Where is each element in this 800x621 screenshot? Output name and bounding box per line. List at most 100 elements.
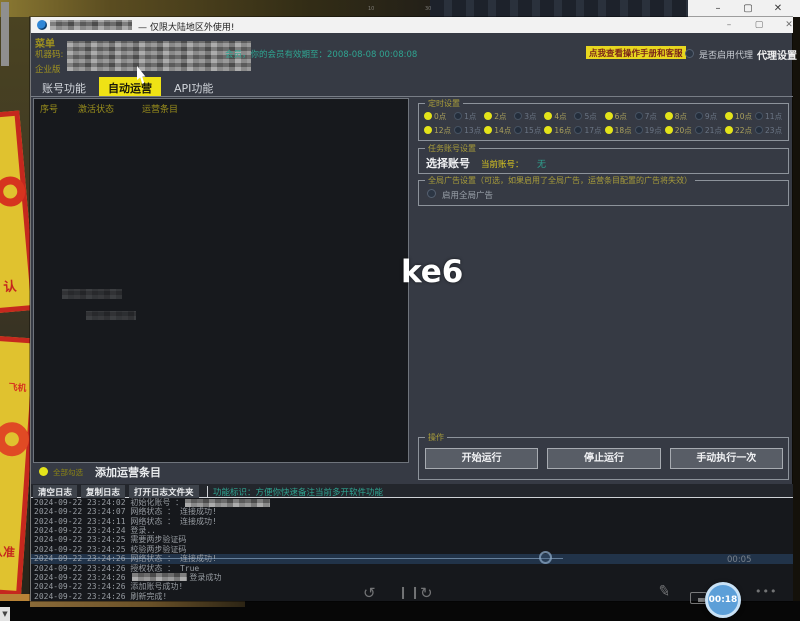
outer-minimize-button[interactable]: – <box>706 1 730 16</box>
scrollbar-down-arrow[interactable]: ▼ <box>0 607 10 621</box>
action-button[interactable]: 停止运行 <box>547 448 660 469</box>
app-title-suffix: — 仅限大陆地区外使用! <box>138 20 234 33</box>
forward-30-icon[interactable]: ↻ <box>420 584 433 602</box>
add-operation-item-button[interactable]: 添加运营条目 <box>95 464 161 480</box>
redacted-smudge <box>86 311 136 320</box>
checkbox-unchecked-icon[interactable] <box>635 126 643 134</box>
recording-timer-badge[interactable]: 00:18 <box>705 582 741 618</box>
app-minimize-button[interactable]: – <box>717 18 741 32</box>
log-message: 初始化账号 ： <box>130 498 183 507</box>
log-row: 2024-09-22 23:24:02 初始化账号 ： <box>31 498 793 507</box>
help-manual-link[interactable]: 点我查看操作手册和客服 <box>586 46 686 59</box>
action-button[interactable]: 手动执行一次 <box>670 448 783 469</box>
pause-icon[interactable]: ❙❙ <box>398 585 422 599</box>
checkbox-checked-icon[interactable] <box>484 126 492 134</box>
hour-checkbox-20点[interactable]: 20点 <box>665 124 695 136</box>
checkbox-unchecked-icon[interactable] <box>755 112 763 120</box>
checkbox-checked-icon[interactable] <box>424 126 432 134</box>
checkbox-unchecked-icon[interactable] <box>514 112 522 120</box>
hour-checkbox-17点[interactable]: 17点 <box>574 124 604 136</box>
hour-label: 23点 <box>765 125 782 136</box>
log-toolbar-button[interactable]: 打开日志文件夹 <box>129 485 199 499</box>
global-ad-group: 全局广告设置（可选，如果启用了全局广告，运营条目配置的广告将失效） 启用全局广告 <box>418 180 789 206</box>
global-ad-label: 启用全局广告 <box>442 189 493 201</box>
outer-maximize-button[interactable]: ▢ <box>736 1 760 16</box>
checkbox-unchecked-icon[interactable] <box>695 126 703 134</box>
proxy-enable-checkbox[interactable] <box>685 49 694 58</box>
more-options-icon[interactable]: ••• <box>755 585 777 598</box>
redacted-machine-code <box>67 41 251 71</box>
hour-checkbox-21点[interactable]: 21点 <box>695 124 725 136</box>
hour-checkbox-13点[interactable]: 13点 <box>454 124 484 136</box>
hour-checkbox-5点[interactable]: 5点 <box>574 110 604 122</box>
checkbox-checked-icon[interactable] <box>605 126 613 134</box>
hour-checkbox-2点[interactable]: 2点 <box>484 110 514 122</box>
select-all-checkbox[interactable] <box>39 467 48 476</box>
checkbox-unchecked-icon[interactable] <box>695 112 703 120</box>
outer-close-button[interactable]: ✕ <box>766 1 790 16</box>
hour-checkbox-15点[interactable]: 15点 <box>514 124 544 136</box>
log-row: 2024-09-22 23:24:26 登录成功 <box>31 573 793 582</box>
checkbox-unchecked-icon[interactable] <box>454 112 462 120</box>
hour-checkbox-1点[interactable]: 1点 <box>454 110 484 122</box>
column-header: 序号 <box>40 102 58 115</box>
tab-账号功能[interactable]: 账号功能 <box>33 77 95 96</box>
edition-label: 企业版 <box>35 63 61 75</box>
tab-自动运营[interactable]: 自动运营 <box>99 77 161 96</box>
log-timestamp: 2024-09-22 23:24:25 <box>34 535 130 544</box>
tab-API功能[interactable]: API功能 <box>165 77 222 96</box>
hour-checkbox-16点[interactable]: 16点 <box>544 124 574 136</box>
hour-checkbox-0点[interactable]: 0点 <box>424 110 454 122</box>
hour-checkbox-18点[interactable]: 18点 <box>605 124 635 136</box>
checkbox-checked-icon[interactable] <box>484 112 492 120</box>
hour-checkbox-7点[interactable]: 7点 <box>635 110 665 122</box>
checkbox-checked-icon[interactable] <box>605 112 613 120</box>
hour-checkbox-11点[interactable]: 11点 <box>755 110 785 122</box>
checkbox-unchecked-icon[interactable] <box>514 126 522 134</box>
video-watermark: ke6 <box>401 254 463 290</box>
global-ad-checkbox[interactable] <box>427 189 436 198</box>
table-footer: 全部勾选 添加运营条目 <box>33 464 409 481</box>
hour-checkbox-3点[interactable]: 3点 <box>514 110 544 122</box>
video-timeline-bar[interactable] <box>30 601 245 607</box>
current-account-label: 当前账号： <box>481 158 524 170</box>
hour-label: 8点 <box>675 111 687 122</box>
app-close-button[interactable]: ✕ <box>777 18 800 32</box>
hour-checkbox-6点[interactable]: 6点 <box>605 110 635 122</box>
video-seek-knob[interactable] <box>539 551 552 564</box>
checkbox-checked-icon[interactable] <box>544 126 552 134</box>
checkbox-unchecked-icon[interactable] <box>574 126 582 134</box>
hour-checkbox-23点[interactable]: 23点 <box>755 124 785 136</box>
poster-text: 认准 <box>0 542 16 561</box>
checkbox-checked-icon[interactable] <box>725 112 733 120</box>
app-titlebar[interactable]: — 仅限大陆地区外使用! – ▢ ✕ <box>31 17 793 33</box>
action-button[interactable]: 开始运行 <box>425 448 538 469</box>
select-account-button[interactable]: 选择账号 <box>426 155 470 171</box>
hour-checkbox-9点[interactable]: 9点 <box>695 110 725 122</box>
hour-checkbox-10点[interactable]: 10点 <box>725 110 755 122</box>
checkbox-unchecked-icon[interactable] <box>755 126 763 134</box>
checkbox-checked-icon[interactable] <box>665 112 673 120</box>
checkbox-checked-icon[interactable] <box>544 112 552 120</box>
hour-checkbox-14点[interactable]: 14点 <box>484 124 514 136</box>
operation-items-table[interactable]: 序号激活状态运营条目 <box>33 98 409 463</box>
membership-expiry-text: 会员，你的会员有效期至：2008-08-08 00:08:08 <box>225 48 417 60</box>
checkbox-checked-icon[interactable] <box>424 112 432 120</box>
hour-checkbox-12点[interactable]: 12点 <box>424 124 454 136</box>
hour-label: 1点 <box>464 111 476 122</box>
checkbox-checked-icon[interactable] <box>665 126 673 134</box>
scrollbar-thumb[interactable] <box>1 2 9 66</box>
checkbox-unchecked-icon[interactable] <box>574 112 582 120</box>
app-maximize-button[interactable]: ▢ <box>747 18 771 32</box>
log-toolbar-button[interactable]: 复制日志 <box>81 485 125 499</box>
hour-checkbox-19点[interactable]: 19点 <box>635 124 665 136</box>
hour-checkbox-22点[interactable]: 22点 <box>725 124 755 136</box>
hour-checkbox-8点[interactable]: 8点 <box>665 110 695 122</box>
checkbox-unchecked-icon[interactable] <box>635 112 643 120</box>
log-toolbar-button[interactable]: 清空日志 <box>33 485 77 499</box>
proxy-settings-button[interactable]: 代理设置 <box>757 47 797 62</box>
checkbox-checked-icon[interactable] <box>725 126 733 134</box>
rewind-10-icon[interactable]: ↺ <box>363 584 376 602</box>
checkbox-unchecked-icon[interactable] <box>454 126 462 134</box>
hour-checkbox-4点[interactable]: 4点 <box>544 110 574 122</box>
